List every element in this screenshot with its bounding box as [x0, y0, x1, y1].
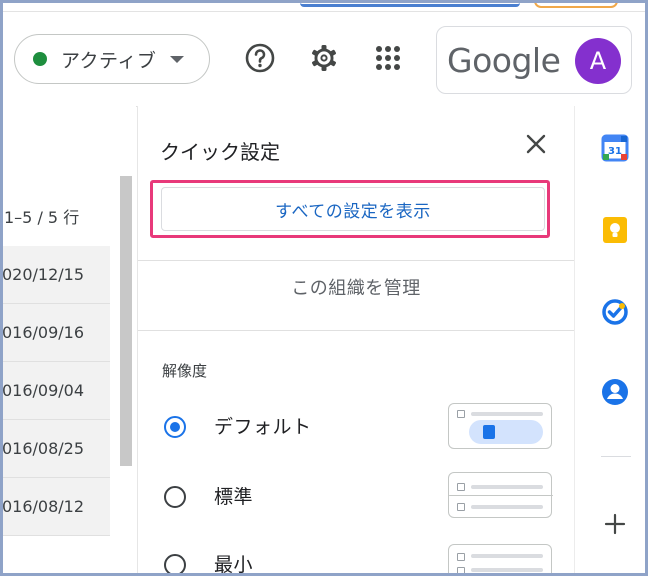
- density-preview-compact[interactable]: [448, 544, 552, 576]
- status-active-dot: [33, 52, 47, 66]
- account-switcher[interactable]: Google A: [436, 26, 632, 94]
- density-preview-default[interactable]: [448, 403, 552, 449]
- contacts-app-button[interactable]: [601, 378, 629, 406]
- table-row[interactable]: 016/08/25: [0, 420, 110, 478]
- see-all-settings-button[interactable]: すべての設定を表示: [161, 187, 545, 231]
- settings-button[interactable]: [306, 40, 342, 76]
- google-tasks-icon: [602, 299, 628, 325]
- google-contacts-icon: [602, 379, 628, 405]
- preview-attachment-pill: [469, 420, 543, 444]
- preview-separator: [449, 495, 553, 496]
- keep-app-button[interactable]: [601, 216, 629, 244]
- preview-line: [471, 485, 543, 489]
- close-button[interactable]: [524, 132, 548, 156]
- table-row[interactable]: 016/09/04: [0, 362, 110, 420]
- divider: [138, 260, 574, 261]
- pagination-count: 1–5 / 5 行: [4, 208, 80, 227]
- quick-settings-title: クイック設定: [160, 140, 280, 164]
- manage-organization-link[interactable]: この組織を管理: [138, 274, 574, 300]
- google-calendar-icon: 31: [601, 134, 629, 162]
- divider: [138, 330, 574, 331]
- document-icon: [483, 425, 495, 439]
- preview-line: [471, 505, 543, 509]
- tasks-app-button[interactable]: [601, 298, 629, 326]
- density-radio-comfortable[interactable]: [164, 486, 186, 508]
- density-option-label[interactable]: 標準: [214, 482, 253, 509]
- status-dropdown[interactable]: アクティブ: [14, 34, 210, 84]
- density-preview-comfortable[interactable]: [448, 472, 553, 518]
- density-option-label[interactable]: デフォルト: [214, 412, 312, 439]
- google-logo: Google: [447, 40, 561, 80]
- caret-down-icon: [170, 55, 185, 63]
- add-app-button[interactable]: [601, 510, 629, 538]
- highlight-box: すべての設定を表示: [150, 180, 550, 238]
- density-radio-compact[interactable]: [164, 554, 186, 576]
- svg-text:31: 31: [608, 146, 622, 157]
- preview-checkbox: [457, 567, 465, 575]
- side-apps-rail: 31: [574, 106, 648, 576]
- google-keep-icon: [603, 217, 627, 243]
- help-button[interactable]: [242, 40, 278, 76]
- quick-settings-panel: クイック設定 すべての設定を表示 この組織を管理 解像度 デフォルト 標準 最小: [137, 106, 574, 576]
- preview-line: [471, 412, 543, 416]
- preview-line: [471, 568, 543, 572]
- density-radio-default[interactable]: [164, 416, 186, 438]
- apps-grid-icon: [376, 46, 400, 70]
- preview-checkbox: [457, 553, 465, 561]
- table-row[interactable]: 020/12/15: [0, 246, 110, 304]
- rail-divider: [601, 456, 631, 457]
- avatar[interactable]: A: [575, 38, 621, 84]
- top-strip: [0, 0, 648, 12]
- preview-checkbox: [457, 483, 465, 491]
- density-option-label[interactable]: 最小: [214, 550, 253, 576]
- status-label: アクティブ: [61, 49, 157, 72]
- app-header: アクティブ Google A: [0, 12, 648, 107]
- gear-icon: [312, 45, 336, 71]
- apps-button[interactable]: [370, 40, 406, 76]
- button-peek: [534, 0, 618, 8]
- plus-icon: [604, 513, 626, 535]
- density-section-label: 解像度: [162, 362, 208, 380]
- close-icon: [526, 134, 546, 154]
- help-circle-icon: [245, 43, 275, 73]
- preview-checkbox: [457, 503, 465, 511]
- table-row[interactable]: 016/08/12: [0, 478, 110, 536]
- user-list-panel: 1–5 / 5 行 020/12/15 016/09/16 016/09/04 …: [0, 106, 136, 576]
- calendar-app-button[interactable]: 31: [601, 134, 629, 162]
- tab-peek: [300, 0, 520, 7]
- table-row[interactable]: 016/09/16: [0, 304, 110, 362]
- scrollbar[interactable]: [120, 176, 132, 466]
- preview-line: [471, 554, 543, 558]
- preview-checkbox: [457, 410, 465, 418]
